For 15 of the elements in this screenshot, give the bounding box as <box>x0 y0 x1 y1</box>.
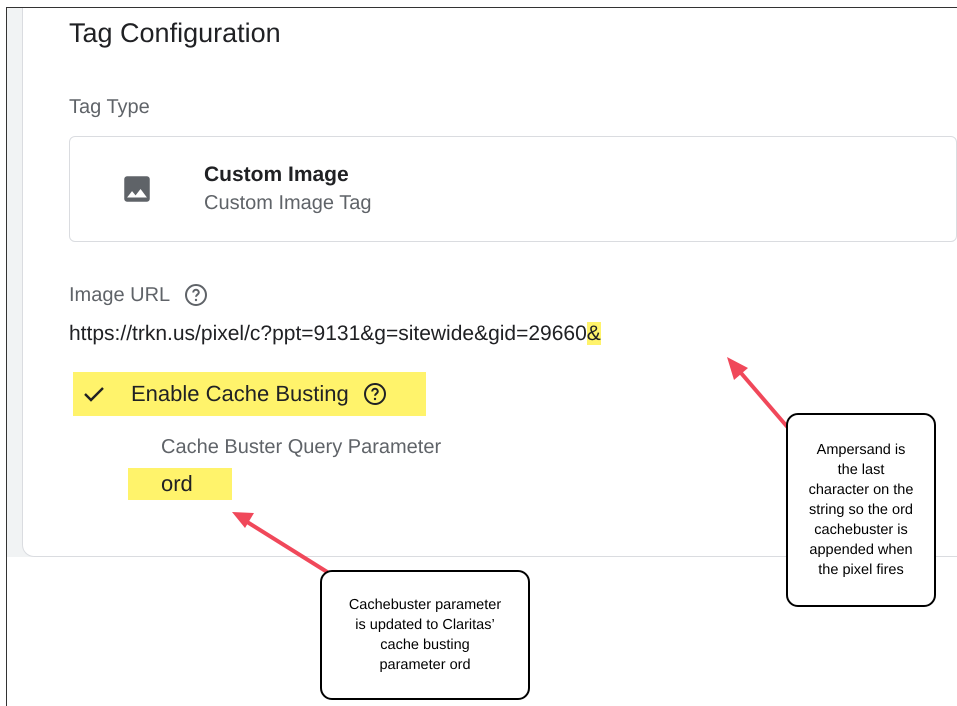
image-url-value: https://trkn.us/pixel/c?ppt=9131&g=sitewide&gid=29660& <box>69 322 601 345</box>
help-icon[interactable] <box>362 382 387 406</box>
cache-buster-param-value[interactable]: ord <box>128 468 232 500</box>
tag-type-description: Custom Image Tag <box>204 191 372 216</box>
checkmark-icon <box>83 384 105 402</box>
help-icon[interactable] <box>184 283 208 307</box>
tag-type-name: Custom Image <box>204 162 350 188</box>
callout: Cachebuster parameter is updated to Claritas’ cache busting parameter ord <box>320 570 530 700</box>
callout: Ampersand is the last character on the string so the ord cachebuster is appended when the pixel fires <box>786 413 936 607</box>
cache-buster-param-label: Cache Buster Query Parameter <box>161 434 442 460</box>
tag-type-card[interactable]: Custom Image Custom Image Tag <box>69 136 957 242</box>
image-url-label: Image URL <box>69 283 170 308</box>
tag-type-label: Tag Type <box>69 95 150 120</box>
cache-busting-checkbox[interactable]: Enable Cache Busting <box>73 372 426 416</box>
section-title: Tag Configuration <box>69 17 282 50</box>
